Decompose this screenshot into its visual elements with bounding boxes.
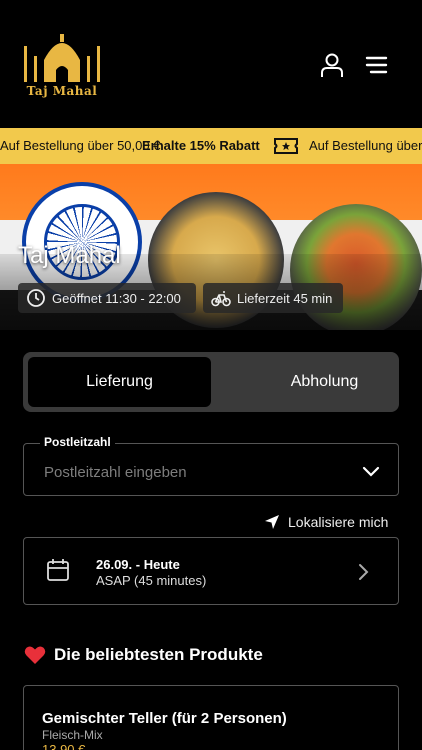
clock-icon bbox=[27, 289, 45, 307]
app-header: Taj Mahal bbox=[0, 0, 422, 128]
location-arrow-icon bbox=[265, 515, 279, 529]
postal-code-select[interactable]: Postleitzahl Postleitzahl eingeben bbox=[23, 435, 399, 496]
product-price: 13,90 € bbox=[42, 742, 86, 750]
product-name: Gemischter Teller (für 2 Personen) bbox=[42, 710, 287, 727]
pickup-option[interactable]: Abholung bbox=[233, 357, 416, 407]
locate-me-button[interactable]: Lokalisiere mich bbox=[264, 512, 388, 532]
bicycle-icon bbox=[211, 291, 231, 307]
delivery-option[interactable]: Lieferung bbox=[28, 357, 211, 407]
logo-text: Taj Mahal bbox=[26, 84, 98, 98]
restaurant-hero: Taj Mahal Geöffnet 11:30 - 22:00 Lieferz… bbox=[0, 164, 422, 330]
popular-products-title: Die beliebtesten Produkte bbox=[54, 645, 263, 664]
opening-hours-text: Geöffnet 11:30 - 22:00 bbox=[52, 290, 181, 306]
ticket-icon bbox=[274, 138, 298, 154]
product-description: Fleisch-Mix bbox=[42, 728, 103, 742]
calendar-icon bbox=[47, 559, 69, 581]
delivery-schedule-selector[interactable]: 26.09. - Heute ASAP (45 minutes) bbox=[23, 537, 399, 605]
promo-discount-text: Erhalte 15% Rabatt bbox=[142, 138, 260, 153]
restaurant-title: Taj Mahal bbox=[18, 242, 121, 269]
popular-products-heading: Die beliebtesten Produkte bbox=[24, 645, 263, 665]
opening-hours-badge: Geöffnet 11:30 - 22:00 bbox=[18, 283, 196, 313]
schedule-time: ASAP (45 minutes) bbox=[96, 573, 207, 588]
schedule-date: 26.09. - Heute bbox=[96, 557, 180, 572]
promo-text: Auf Bestellung über 50,00 € bbox=[0, 138, 161, 153]
taj-mahal-logo-icon bbox=[24, 34, 100, 82]
delivery-time-badge: Lieferzeit 45 min bbox=[203, 283, 343, 313]
taj-mahal-logo[interactable]: Taj Mahal bbox=[20, 32, 104, 98]
chevron-down-icon bbox=[362, 466, 380, 477]
hamburger-menu-icon[interactable] bbox=[364, 52, 390, 78]
promo-banner: Auf Bestellung über 50,00 € Erhalte 15% … bbox=[0, 128, 422, 164]
delivery-time-text: Lieferzeit 45 min bbox=[237, 290, 333, 306]
user-icon[interactable] bbox=[319, 52, 345, 78]
chevron-right-icon bbox=[359, 564, 369, 580]
heart-icon bbox=[24, 646, 46, 664]
order-mode-toggle: Lieferung Abholung bbox=[23, 352, 399, 412]
postal-code-label: Postleitzahl bbox=[40, 435, 115, 449]
locate-me-label: Lokalisiere mich bbox=[288, 514, 389, 530]
promo-text-repeat: Auf Bestellung über bbox=[309, 138, 422, 153]
product-card[interactable]: Gemischter Teller (für 2 Personen) Fleis… bbox=[23, 685, 399, 750]
postal-code-placeholder: Postleitzahl eingeben bbox=[44, 464, 187, 481]
